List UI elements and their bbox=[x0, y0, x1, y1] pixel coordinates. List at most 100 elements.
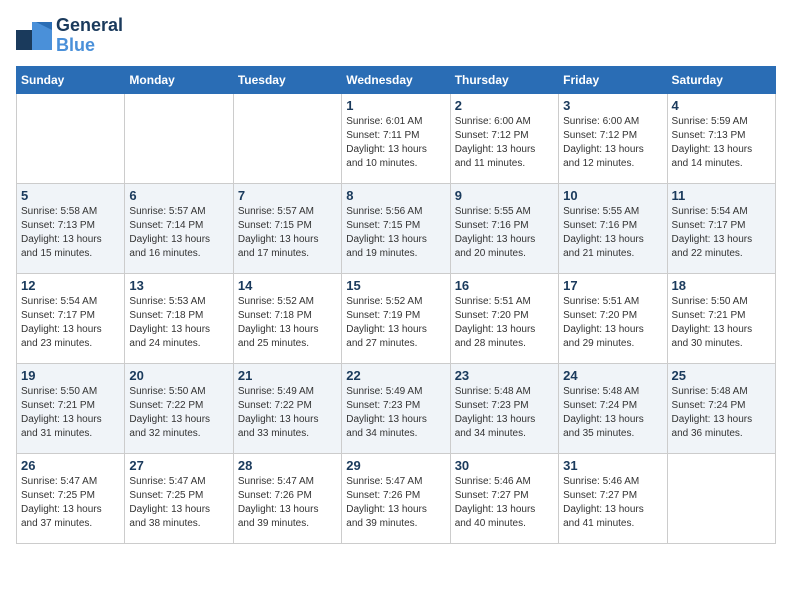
calendar-week-row: 12Sunrise: 5:54 AM Sunset: 7:17 PM Dayli… bbox=[17, 273, 776, 363]
day-number: 26 bbox=[21, 458, 120, 473]
page-header: General Blue bbox=[16, 16, 776, 56]
day-info: Sunrise: 5:51 AM Sunset: 7:20 PM Dayligh… bbox=[455, 295, 554, 351]
column-header-tuesday: Tuesday bbox=[233, 66, 341, 93]
calendar-cell: 6 Sunrise: 5:57 AM Sunset: 7:14 PM Daylig… bbox=[125, 183, 233, 273]
logo: General Blue bbox=[16, 16, 123, 56]
day-info: Sunrise: 5:59 AM Sunset: 7:13 PM Dayligh… bbox=[672, 115, 771, 171]
column-header-wednesday: Wednesday bbox=[342, 66, 450, 93]
calendar-cell: 13 Sunrise: 5:53 AM Sunset: 7:18 PM Dayli… bbox=[125, 273, 233, 363]
logo-icon bbox=[16, 22, 52, 50]
column-header-sunday: Sunday bbox=[17, 66, 125, 93]
day-info: Sunrise: 6:00 AM Sunset: 7:12 PM Dayligh… bbox=[563, 115, 662, 171]
calendar-cell: 17Sunrise: 5:51 AM Sunset: 7:20 PM Dayli… bbox=[559, 273, 667, 363]
day-info: Sunrise: 5:47 AM Sunset: 7:26 PM Dayligh… bbox=[238, 475, 337, 531]
day-info: Sunrise: 5:46 AM Sunset: 7:27 PM Dayligh… bbox=[563, 475, 662, 531]
day-info: Sunrise: 5:49 AM Sunset: 7:23 PM Dayligh… bbox=[346, 385, 445, 441]
day-number: 10 bbox=[563, 188, 662, 203]
calendar-cell: 14 Sunrise: 5:52 AM Sunset: 7:18 PM Dayli… bbox=[233, 273, 341, 363]
day-info: Sunrise: 5:57 AM Sunset: 7:14 PM Dayligh… bbox=[129, 205, 228, 261]
day-info: Sunrise: 5:56 AM Sunset: 7:15 PM Dayligh… bbox=[346, 205, 445, 261]
day-info: Sunrise: 5:48 AM Sunset: 7:24 PM Dayligh… bbox=[563, 385, 662, 441]
calendar-cell: 30Sunrise: 5:46 AM Sunset: 7:27 PM Dayli… bbox=[450, 453, 558, 543]
day-number: 15 bbox=[346, 278, 445, 293]
calendar-cell bbox=[667, 453, 775, 543]
day-number: 31 bbox=[563, 458, 662, 473]
calendar-cell: 15 Sunrise: 5:52 AM Sunset: 7:19 PM Dayli… bbox=[342, 273, 450, 363]
day-number: 28 bbox=[238, 458, 337, 473]
calendar-cell: 28 Sunrise: 5:47 AM Sunset: 7:26 PM Dayli… bbox=[233, 453, 341, 543]
day-info: Sunrise: 5:50 AM Sunset: 7:21 PM Dayligh… bbox=[672, 295, 771, 351]
day-info: Sunrise: 5:47 AM Sunset: 7:25 PM Dayligh… bbox=[129, 475, 228, 531]
column-header-monday: Monday bbox=[125, 66, 233, 93]
day-info: Sunrise: 6:01 AM Sunset: 7:11 PM Dayligh… bbox=[346, 115, 445, 171]
calendar-cell: 10 Sunrise: 5:55 AM Sunset: 7:16 PM Dayli… bbox=[559, 183, 667, 273]
day-number: 5 bbox=[21, 188, 120, 203]
day-info: Sunrise: 5:52 AM Sunset: 7:19 PM Dayligh… bbox=[346, 295, 445, 351]
calendar-cell: 31 Sunrise: 5:46 AM Sunset: 7:27 PM Dayli… bbox=[559, 453, 667, 543]
calendar-cell: 18 Sunrise: 5:50 AM Sunset: 7:21 PM Dayli… bbox=[667, 273, 775, 363]
day-info: Sunrise: 5:52 AM Sunset: 7:18 PM Dayligh… bbox=[238, 295, 337, 351]
day-number: 19 bbox=[21, 368, 120, 383]
day-info: Sunrise: 5:53 AM Sunset: 7:18 PM Dayligh… bbox=[129, 295, 228, 351]
calendar-cell: 26Sunrise: 5:47 AM Sunset: 7:25 PM Dayli… bbox=[17, 453, 125, 543]
calendar-cell: 5 Sunrise: 5:58 AM Sunset: 7:13 PM Daylig… bbox=[17, 183, 125, 273]
calendar-cell: 24 Sunrise: 5:48 AM Sunset: 7:24 PM Dayli… bbox=[559, 363, 667, 453]
calendar-week-row: 5 Sunrise: 5:58 AM Sunset: 7:13 PM Daylig… bbox=[17, 183, 776, 273]
day-number: 6 bbox=[129, 188, 228, 203]
day-number: 30 bbox=[455, 458, 554, 473]
calendar-cell: 11Sunrise: 5:54 AM Sunset: 7:17 PM Dayli… bbox=[667, 183, 775, 273]
day-info: Sunrise: 5:47 AM Sunset: 7:26 PM Dayligh… bbox=[346, 475, 445, 531]
day-number: 14 bbox=[238, 278, 337, 293]
day-number: 21 bbox=[238, 368, 337, 383]
day-info: Sunrise: 5:48 AM Sunset: 7:23 PM Dayligh… bbox=[455, 385, 554, 441]
calendar-cell: 23 Sunrise: 5:48 AM Sunset: 7:23 PM Dayli… bbox=[450, 363, 558, 453]
calendar-cell: 8 Sunrise: 5:56 AM Sunset: 7:15 PM Daylig… bbox=[342, 183, 450, 273]
column-header-friday: Friday bbox=[559, 66, 667, 93]
calendar-cell: 19Sunrise: 5:50 AM Sunset: 7:21 PM Dayli… bbox=[17, 363, 125, 453]
day-number: 16 bbox=[455, 278, 554, 293]
day-number: 7 bbox=[238, 188, 337, 203]
calendar-cell: 20 Sunrise: 5:50 AM Sunset: 7:22 PM Dayli… bbox=[125, 363, 233, 453]
calendar-cell: 9 Sunrise: 5:55 AM Sunset: 7:16 PM Daylig… bbox=[450, 183, 558, 273]
day-info: Sunrise: 5:55 AM Sunset: 7:16 PM Dayligh… bbox=[563, 205, 662, 261]
calendar-table: SundayMondayTuesdayWednesdayThursdayFrid… bbox=[16, 66, 776, 544]
day-info: Sunrise: 5:57 AM Sunset: 7:15 PM Dayligh… bbox=[238, 205, 337, 261]
day-info: Sunrise: 5:50 AM Sunset: 7:22 PM Dayligh… bbox=[129, 385, 228, 441]
calendar-cell: 16 Sunrise: 5:51 AM Sunset: 7:20 PM Dayli… bbox=[450, 273, 558, 363]
calendar-cell: 2 Sunrise: 6:00 AM Sunset: 7:12 PM Daylig… bbox=[450, 93, 558, 183]
calendar-cell bbox=[125, 93, 233, 183]
day-number: 27 bbox=[129, 458, 228, 473]
day-number: 1 bbox=[346, 98, 445, 113]
day-number: 25 bbox=[672, 368, 771, 383]
calendar-header-row: SundayMondayTuesdayWednesdayThursdayFrid… bbox=[17, 66, 776, 93]
column-header-saturday: Saturday bbox=[667, 66, 775, 93]
day-number: 2 bbox=[455, 98, 554, 113]
calendar-cell: 3 Sunrise: 6:00 AM Sunset: 7:12 PM Daylig… bbox=[559, 93, 667, 183]
column-header-thursday: Thursday bbox=[450, 66, 558, 93]
day-info: Sunrise: 5:58 AM Sunset: 7:13 PM Dayligh… bbox=[21, 205, 120, 261]
day-info: Sunrise: 5:49 AM Sunset: 7:22 PM Dayligh… bbox=[238, 385, 337, 441]
calendar-cell bbox=[17, 93, 125, 183]
day-number: 8 bbox=[346, 188, 445, 203]
calendar-week-row: 26 Sunrise: 5:47 AM Sunset: 7:25 PM Dayli… bbox=[17, 453, 776, 543]
day-number: 29 bbox=[346, 458, 445, 473]
day-number: 20 bbox=[129, 368, 228, 383]
calendar-cell: 27 Sunrise: 5:47 AM Sunset: 7:25 PM Dayli… bbox=[125, 453, 233, 543]
day-info: Sunrise: 6:00 AM Sunset: 7:12 PM Dayligh… bbox=[455, 115, 554, 171]
logo-brand-general: General bbox=[56, 15, 123, 35]
calendar-cell: 22 Sunrise: 5:49 AM Sunset: 7:23 PM Dayli… bbox=[342, 363, 450, 453]
day-number: 3 bbox=[563, 98, 662, 113]
day-number: 9 bbox=[455, 188, 554, 203]
day-number: 13 bbox=[129, 278, 228, 293]
day-number: 23 bbox=[455, 368, 554, 383]
day-info: Sunrise: 5:55 AM Sunset: 7:16 PM Dayligh… bbox=[455, 205, 554, 261]
logo-brand-blue: Blue bbox=[56, 35, 95, 55]
calendar-cell: 29 Sunrise: 5:47 AM Sunset: 7:26 PM Dayli… bbox=[342, 453, 450, 543]
calendar-cell: 1 Sunrise: 6:01 AM Sunset: 7:11 PM Daylig… bbox=[342, 93, 450, 183]
day-number: 22 bbox=[346, 368, 445, 383]
day-number: 18 bbox=[672, 278, 771, 293]
day-number: 24 bbox=[563, 368, 662, 383]
day-number: 11 bbox=[672, 188, 771, 203]
calendar-cell: 12Sunrise: 5:54 AM Sunset: 7:17 PM Dayli… bbox=[17, 273, 125, 363]
calendar-cell: 25Sunrise: 5:48 AM Sunset: 7:24 PM Dayli… bbox=[667, 363, 775, 453]
